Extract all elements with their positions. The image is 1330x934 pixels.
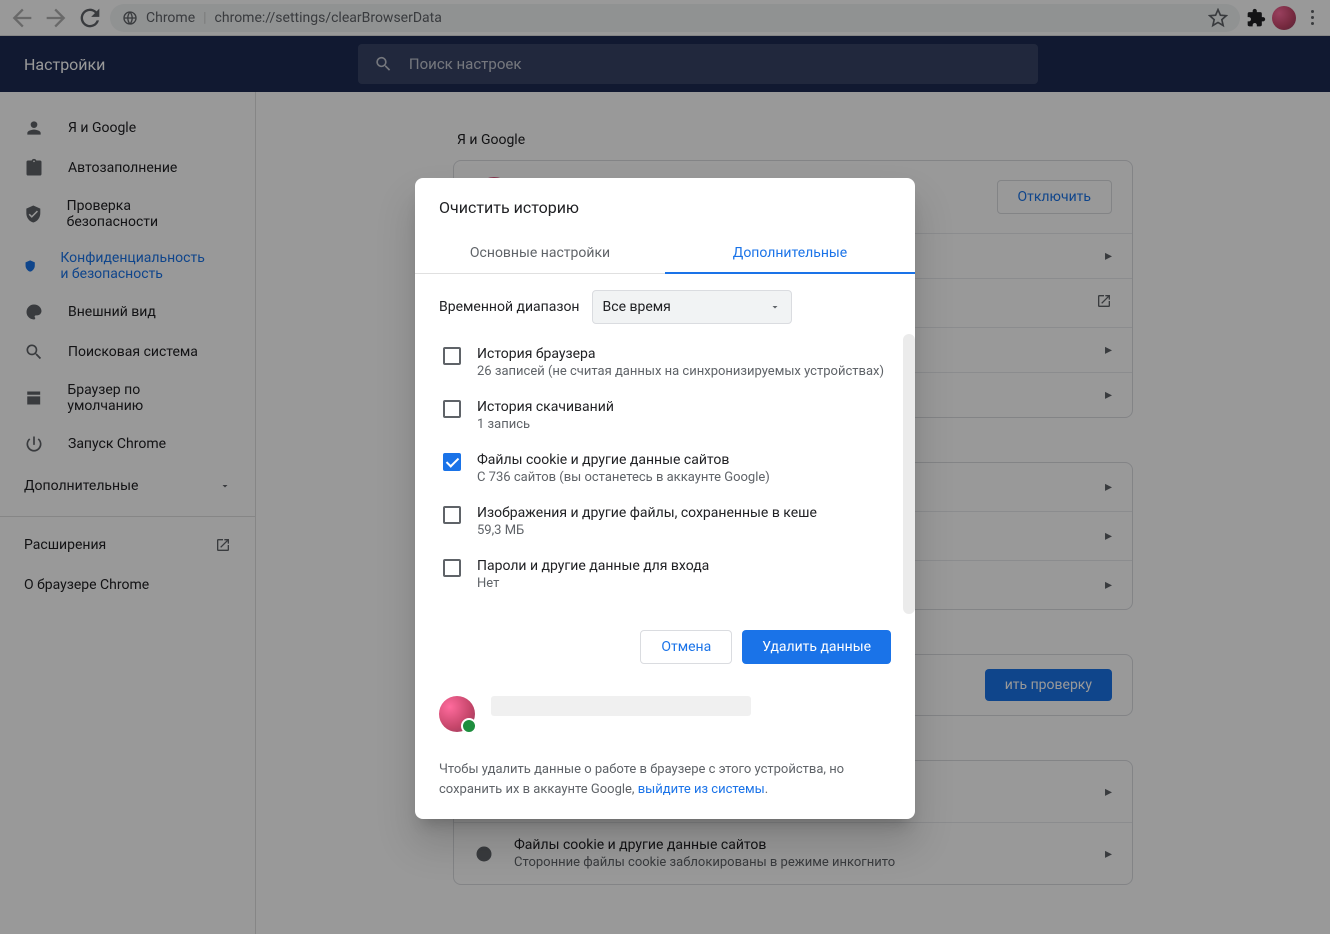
check-item: Данные для автозаполнения — [439, 601, 891, 606]
tab-basic[interactable]: Основные настройки — [415, 233, 665, 273]
tab-advanced[interactable]: Дополнительные — [665, 233, 915, 273]
checkbox-list: История браузера 26 записей (не считая д… — [439, 336, 891, 606]
checkbox[interactable] — [443, 453, 461, 471]
time-range-select[interactable]: Все время — [592, 290, 792, 324]
dialog-title: Очистить историю — [415, 178, 915, 217]
check-label: История браузера — [477, 346, 887, 362]
signout-link[interactable]: выйдите из системы — [638, 782, 765, 797]
dropdown-icon — [769, 301, 781, 313]
check-label: История скачиваний — [477, 399, 887, 415]
check-item: Пароли и другие данные для входа Нет — [439, 548, 891, 601]
check-item: Изображения и другие файлы, сохраненные … — [439, 495, 891, 548]
check-sub: С 736 сайтов (вы останетесь в аккаунте G… — [477, 470, 887, 485]
checkbox[interactable] — [443, 559, 461, 577]
check-label: Пароли и другие данные для входа — [477, 558, 887, 574]
redacted-text — [491, 696, 751, 716]
check-item: История скачиваний 1 запись — [439, 389, 891, 442]
check-item: Файлы cookie и другие данные сайтов С 73… — [439, 442, 891, 495]
checkbox[interactable] — [443, 506, 461, 524]
check-label: Файлы cookie и другие данные сайтов — [477, 452, 887, 468]
dialog-tabs: Основные настройки Дополнительные — [415, 233, 915, 274]
scrollbar[interactable] — [903, 334, 915, 614]
select-value: Все время — [603, 299, 671, 315]
footer-note: Чтобы удалить данные о работе в браузере… — [439, 760, 891, 799]
checkbox[interactable] — [443, 400, 461, 418]
cancel-button[interactable]: Отмена — [640, 630, 732, 664]
check-sub: 59,3 МБ — [477, 523, 887, 538]
check-label: Изображения и другие файлы, сохраненные … — [477, 505, 887, 521]
check-sub: Нет — [477, 576, 887, 591]
delete-data-button[interactable]: Удалить данные — [742, 630, 891, 664]
check-sub: 1 запись — [477, 417, 887, 432]
check-sub: 26 записей (не считая данных на синхрони… — [477, 364, 887, 379]
check-item: История браузера 26 записей (не считая д… — [439, 336, 891, 389]
time-range-label: Временной диапазон — [439, 299, 580, 315]
checkbox[interactable] — [443, 347, 461, 365]
clear-data-dialog: Очистить историю Основные настройки Допо… — [415, 178, 915, 819]
avatar — [439, 696, 475, 732]
